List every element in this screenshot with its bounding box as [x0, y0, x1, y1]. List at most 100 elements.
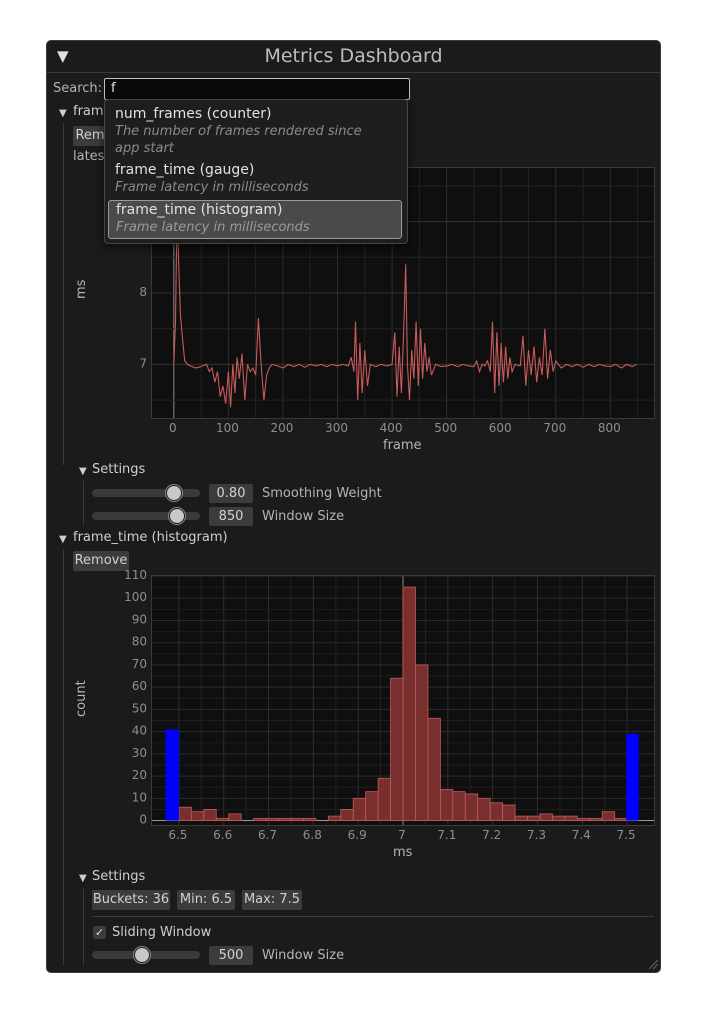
gauge-settings-header[interactable]: Settings — [92, 462, 145, 477]
search-suggestions-popup: num_frames (counter) The number of frame… — [104, 99, 408, 244]
histogram-bar — [502, 804, 516, 821]
x-tick-label: 6.8 — [303, 828, 322, 842]
gauge-window-label: Window Size — [262, 509, 345, 524]
search-input-value: f — [111, 81, 116, 96]
histogram-indent-guide — [63, 549, 64, 965]
histogram-bar — [415, 664, 429, 821]
histogram-y-axis-label: count — [74, 680, 89, 717]
y-tick-label: 80 — [132, 635, 147, 649]
sliding-window-label[interactable]: Sliding Window — [112, 925, 211, 940]
smoothing-label: Smoothing Weight — [262, 486, 382, 501]
x-tick-label: 500 — [434, 421, 457, 435]
gauge-collapse-icon[interactable]: ▼ — [59, 108, 67, 119]
suggestion-option[interactable]: num_frames (counter) The number of frame… — [108, 103, 402, 156]
histogram-bar — [614, 817, 628, 821]
histogram-bar — [365, 791, 379, 821]
histogram-plot[interactable] — [151, 575, 655, 826]
x-tick-label: 7.1 — [437, 828, 456, 842]
gauge-settings-collapse-icon[interactable]: ▼ — [79, 466, 87, 477]
window-title: Metrics Dashboard — [264, 45, 443, 67]
y-tick-label: 60 — [132, 679, 147, 693]
smoothing-value[interactable]: 0.80 — [209, 484, 253, 503]
histogram-remove-button[interactable]: Remove — [73, 551, 129, 571]
histogram-x-axis-label: ms — [393, 845, 413, 860]
title-bar[interactable]: ▼ Metrics Dashboard — [47, 41, 660, 73]
suggestion-description: Frame latency in milliseconds — [116, 220, 310, 235]
x-tick-label: 6.5 — [168, 828, 187, 842]
histogram-bar — [377, 777, 391, 821]
y-tick-label: 8 — [139, 285, 147, 299]
smoothing-slider[interactable] — [92, 489, 200, 497]
histogram-bar — [589, 817, 603, 821]
histogram-bar — [527, 815, 541, 821]
smoothing-slider-knob[interactable] — [166, 485, 182, 501]
histogram-bar — [439, 789, 454, 821]
histogram-panel-header[interactable]: frame_time (histogram) — [73, 530, 228, 545]
histogram-y-axis: 0 10 20 30 40 50 60 70 80 90 100 110 — [124, 569, 147, 827]
y-tick-label: 20 — [132, 768, 147, 782]
histogram-bar — [352, 797, 367, 821]
histogram-bar — [489, 802, 504, 821]
overflow-bar — [626, 733, 639, 821]
suggestion-title: frame_time (gauge) — [115, 162, 255, 178]
histogram-window-slider-knob[interactable] — [134, 947, 150, 963]
x-tick-label: 6.7 — [258, 828, 277, 842]
suggestion-title: num_frames (counter) — [115, 106, 272, 122]
histogram-window-label: Window Size — [262, 948, 345, 963]
min-button[interactable]: Min: 6.5 — [177, 890, 235, 910]
suggestion-option[interactable]: frame_time (gauge) Frame latency in mill… — [108, 160, 402, 196]
search-label: Search: — [53, 81, 103, 96]
suggestion-option-selected[interactable]: frame_time (histogram) Frame latency in … — [108, 200, 402, 239]
suggestion-description: Frame latency in milliseconds — [115, 180, 309, 195]
x-tick-label: 200 — [271, 421, 294, 435]
sliding-window-checkbox[interactable]: ✓ — [93, 926, 106, 939]
histogram-bar — [190, 811, 205, 821]
x-tick-label: 800 — [598, 421, 621, 435]
max-button[interactable]: Max: 7.5 — [242, 890, 302, 910]
gauge-window-value[interactable]: 850 — [209, 507, 253, 526]
suggestion-description: The number of frames rendered since — [115, 124, 362, 139]
histogram-bar — [327, 815, 342, 821]
x-tick-label: 700 — [543, 421, 566, 435]
histogram-collapse-icon[interactable]: ▼ — [59, 534, 67, 545]
histogram-settings-collapse-icon[interactable]: ▼ — [79, 873, 87, 884]
histogram-settings-header[interactable]: Settings — [92, 869, 145, 884]
y-tick-label: 110 — [124, 569, 147, 582]
histogram-bar — [340, 809, 354, 821]
y-tick-label: 10 — [132, 790, 147, 804]
histogram-bar — [601, 811, 616, 821]
x-tick-label: 7.3 — [527, 828, 546, 842]
x-tick-label: 0 — [169, 421, 177, 435]
histogram-bar — [576, 817, 591, 821]
y-tick-label: 30 — [132, 746, 147, 760]
histogram-bar — [303, 817, 317, 821]
histogram-bar — [278, 817, 292, 821]
histogram-bar — [215, 817, 230, 821]
histogram-bar — [290, 817, 304, 821]
y-tick-label: 7 — [139, 356, 147, 370]
histogram-bar — [178, 806, 192, 821]
histogram-bar — [253, 817, 267, 821]
histogram-bar — [452, 791, 466, 821]
gauge-window-slider-knob[interactable] — [169, 508, 185, 524]
histogram-bar — [390, 677, 404, 821]
gauge-remove-button[interactable]: Rem — [73, 126, 107, 146]
underflow-bar — [165, 729, 179, 821]
gauge-y-axis-label: ms — [74, 279, 89, 299]
x-tick-label: 600 — [489, 421, 512, 435]
histogram-bar — [514, 815, 528, 821]
histogram-bar — [427, 717, 441, 821]
search-input[interactable]: f — [104, 78, 410, 100]
x-tick-label: 300 — [325, 421, 348, 435]
histogram-bar — [477, 797, 491, 821]
y-tick-label: 50 — [132, 701, 147, 715]
buckets-button[interactable]: Buckets: 36 — [92, 890, 170, 910]
x-tick-label: 7.4 — [572, 828, 591, 842]
x-tick-label: 7 — [398, 828, 406, 842]
gauge-x-axis-label: frame — [383, 438, 422, 453]
histogram-bar — [265, 817, 279, 821]
suggestion-description: app start — [115, 141, 174, 156]
resize-grip-icon[interactable] — [647, 958, 659, 970]
x-tick-label: 400 — [380, 421, 403, 435]
histogram-window-value[interactable]: 500 — [209, 946, 253, 965]
